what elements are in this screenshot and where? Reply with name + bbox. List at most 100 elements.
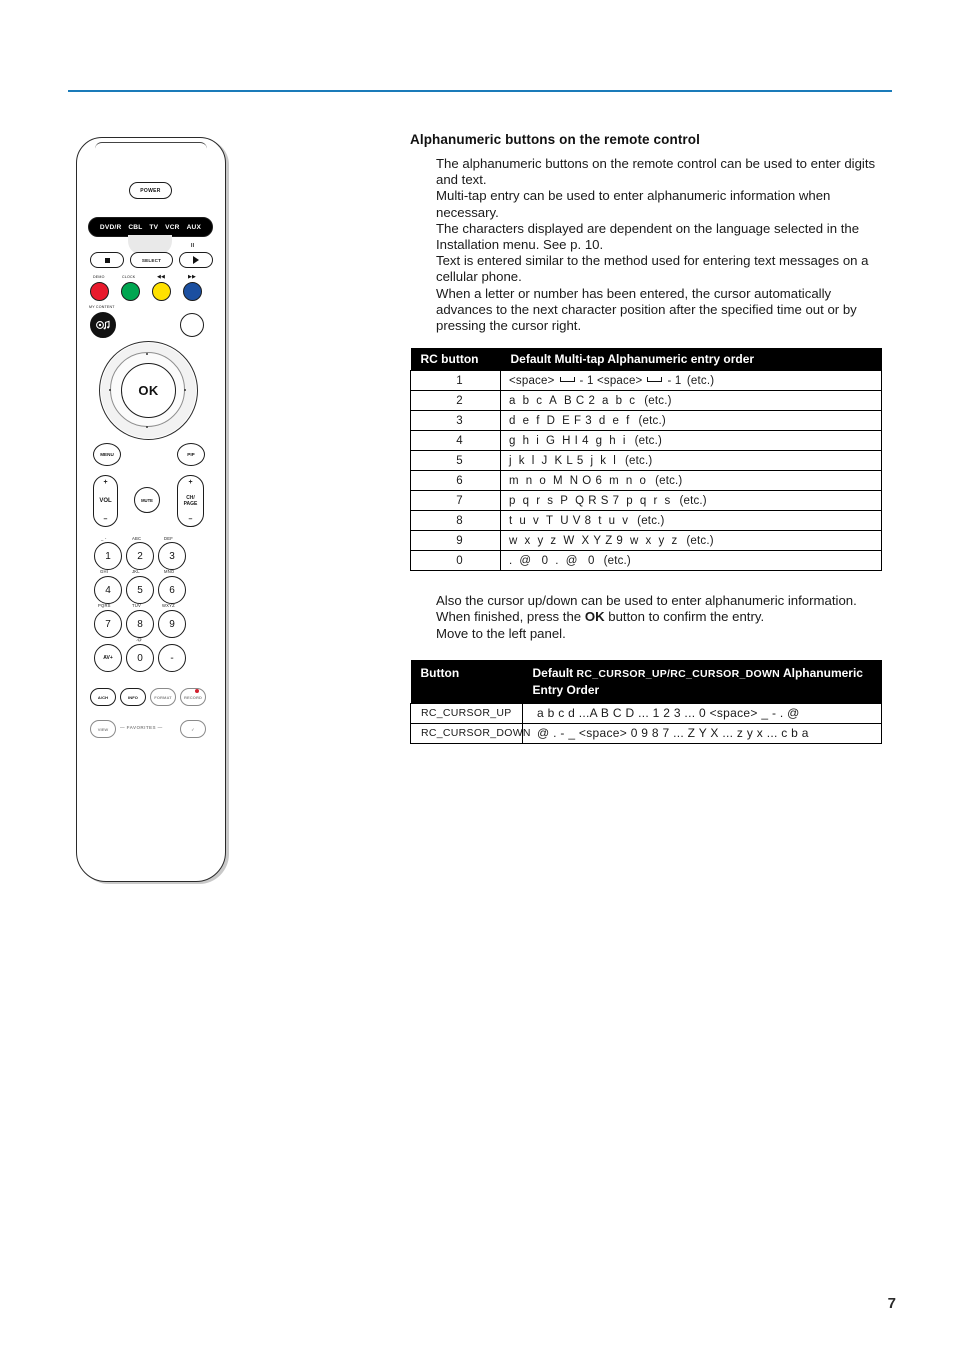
view-button[interactable]: VIEW: [90, 720, 116, 738]
menu-button[interactable]: MENU: [93, 443, 121, 466]
keypad-key-7[interactable]: 7: [94, 610, 122, 638]
mute-button[interactable]: MUTE: [134, 487, 160, 513]
channel-up-icon[interactable]: +: [188, 479, 192, 486]
keypad-label-3: DEF: [164, 536, 173, 541]
intro-paragraphs: The alphanumeric buttons on the remote c…: [436, 156, 882, 334]
mode-selector-bar[interactable]: DVD/R CBL TV VCR AUX: [88, 217, 213, 237]
keypad-key-5[interactable]: 5: [126, 576, 154, 604]
space-glyph-icon: [647, 376, 663, 382]
volume-label: VOL: [99, 498, 112, 504]
ach-button[interactable]: A/CH: [90, 688, 116, 706]
table-row: 0 . @ 0. @ 0 (etc.): [410, 550, 882, 572]
table-header-row: Button Default RC_CURSOR_UP/RC_CURSOR_DO…: [410, 659, 882, 704]
space-glyph-icon: [559, 376, 575, 382]
cell-entry-order: m n o M N O 6 m n o (etc.): [500, 470, 882, 492]
record-button[interactable]: RECORD: [180, 688, 206, 706]
label-demo: DEMO: [93, 275, 105, 279]
cell-entry-order: w x y z W X Y Z 9 w x y z (etc.): [500, 530, 882, 552]
cell-rc-button: 7: [410, 490, 501, 512]
cell-rc-button: 3: [410, 410, 501, 432]
table-row: 4 g h i G H I 4 g h i (etc.): [410, 430, 882, 452]
cursor-up-icon[interactable]: [146, 353, 148, 355]
blank-button[interactable]: [180, 313, 204, 337]
pip-button[interactable]: PIP: [177, 443, 205, 466]
color-key-blue[interactable]: [183, 282, 202, 301]
table-header-row: RC button Default Multi-tap Alphanumeric…: [410, 348, 882, 371]
mode-button-dvdr[interactable]: DVD/R: [100, 224, 122, 231]
keypad-key-av[interactable]: AV+: [94, 644, 122, 672]
power-button[interactable]: POWER: [129, 182, 172, 199]
record-indicator-icon: [195, 689, 199, 693]
keypad-key-4[interactable]: 4: [94, 576, 122, 604]
format-button[interactable]: FORMAT: [150, 688, 176, 706]
info-button[interactable]: INFO: [120, 688, 146, 706]
channel-page-button[interactable]: + CH/ PAGE –: [177, 475, 204, 527]
cell-rc-button: 4: [410, 430, 501, 452]
channel-down-icon[interactable]: –: [189, 516, 193, 523]
mode-button-aux[interactable]: AUX: [187, 224, 202, 231]
table-row: 7 p q r s P Q R S 7 p q r s (etc.): [410, 490, 882, 512]
table-row: 5 j k l J K L 5 j k l (etc.): [410, 450, 882, 472]
stop-icon: [104, 257, 110, 263]
mode-button-cbl[interactable]: CBL: [128, 224, 142, 231]
table-row: 8 t u v T U V 8 t u v (etc.): [410, 510, 882, 532]
cell-entry-order: j k l J K L 5 j k l (etc.): [500, 450, 882, 472]
cell-rc-button: 9: [410, 530, 501, 552]
cursor-right-icon[interactable]: [184, 389, 186, 391]
header-entry-order-line: Entry Order: [532, 682, 600, 697]
confirm-check-button[interactable]: ✓: [180, 720, 206, 738]
cell-entry-order: g h i G H I 4 g h i (etc.): [500, 430, 882, 452]
mode-button-vcr[interactable]: VCR: [165, 224, 180, 231]
keypad-key-6[interactable]: 6: [158, 576, 186, 604]
photo-music-icon: [96, 320, 110, 330]
column-header-button: Button: [410, 659, 523, 704]
cursor-left-icon[interactable]: [109, 389, 111, 391]
document-page: POWER DVD/R CBL TV VCR AUX SELECT II DEM…: [0, 0, 954, 1351]
volume-up-icon[interactable]: +: [103, 479, 107, 486]
volume-button[interactable]: + VOL –: [93, 475, 118, 527]
keypad-key-dash[interactable]: -: [158, 644, 186, 672]
keypad-key-9[interactable]: 9: [158, 610, 186, 638]
cell-entry-order: p q r s P Q R S 7 p q r s (etc.): [500, 490, 882, 512]
table-row: RC_CURSOR_UP a b c d ...A B C D ... 1 2 …: [410, 702, 882, 724]
column-header-entry-order: Default Multi-tap Alphanumeric entry ord…: [500, 348, 882, 371]
color-key-red[interactable]: [90, 282, 109, 301]
favorites-label: — FAVORITES —: [120, 725, 163, 730]
play-button[interactable]: [179, 252, 213, 268]
keypad-key-0[interactable]: 0: [126, 644, 154, 672]
ok-emphasis: OK: [584, 609, 605, 625]
ok-button[interactable]: OK: [121, 363, 176, 418]
intro-paragraph-3: The characters displayed are dependent o…: [436, 220, 860, 253]
header-cursor-constants: RC_CURSOR_UP/RC_CURSOR_DOWN: [576, 667, 781, 680]
table-row: 1 <space> - 1 <space> - 1 (etc.): [410, 370, 882, 392]
volume-down-icon[interactable]: –: [104, 516, 108, 523]
mode-button-tv[interactable]: TV: [149, 224, 158, 231]
cursor-down-icon[interactable]: [146, 426, 148, 428]
cell-button-name: RC_CURSOR_UP: [410, 702, 523, 724]
keypad-label-2: ABC: [132, 536, 142, 541]
multitap-table: RC button Default Multi-tap Alphanumeric…: [410, 348, 882, 572]
cursor-entry-table: Button Default RC_CURSOR_UP/RC_CURSOR_DO…: [410, 659, 882, 744]
mid-paragraph-3: Move to the left panel.: [436, 625, 566, 641]
keypad-key-8[interactable]: 8: [126, 610, 154, 638]
keypad-key-1[interactable]: 1: [94, 542, 122, 570]
keypad-label-1: _ -: [101, 536, 107, 541]
cell-cursor-sequence: a b c d ...A B C D ... 1 2 3 ... 0 <spac…: [522, 702, 882, 724]
color-key-yellow[interactable]: [152, 282, 171, 301]
cell-entry-order: d e f D E F 3 d e f (etc.): [500, 410, 882, 432]
cell-rc-button: 0: [410, 550, 501, 572]
my-content-button[interactable]: [90, 312, 116, 338]
keypad-key-2[interactable]: 2: [126, 542, 154, 570]
mid-paragraph-2: When finished, press the OK button to co…: [436, 609, 765, 625]
color-key-green[interactable]: [121, 282, 140, 301]
stop-button[interactable]: [90, 252, 124, 268]
column-header-cursor-entry-order: Default RC_CURSOR_UP/RC_CURSOR_DOWN Alph…: [522, 659, 882, 704]
table-row: 6 m n o M N O 6 m n o (etc.): [410, 470, 882, 492]
select-button[interactable]: SELECT: [130, 252, 173, 268]
cell-entry-order: a b c A B C 2 a b c (etc.): [500, 390, 882, 412]
rewind-icon: ◀◀: [157, 274, 166, 280]
keypad-key-3[interactable]: 3: [158, 542, 186, 570]
table-row: 3 d e f D E F 3 d e f (etc.): [410, 410, 882, 432]
header-default-word: Default: [532, 665, 577, 680]
cell-rc-button: 2: [410, 390, 501, 412]
